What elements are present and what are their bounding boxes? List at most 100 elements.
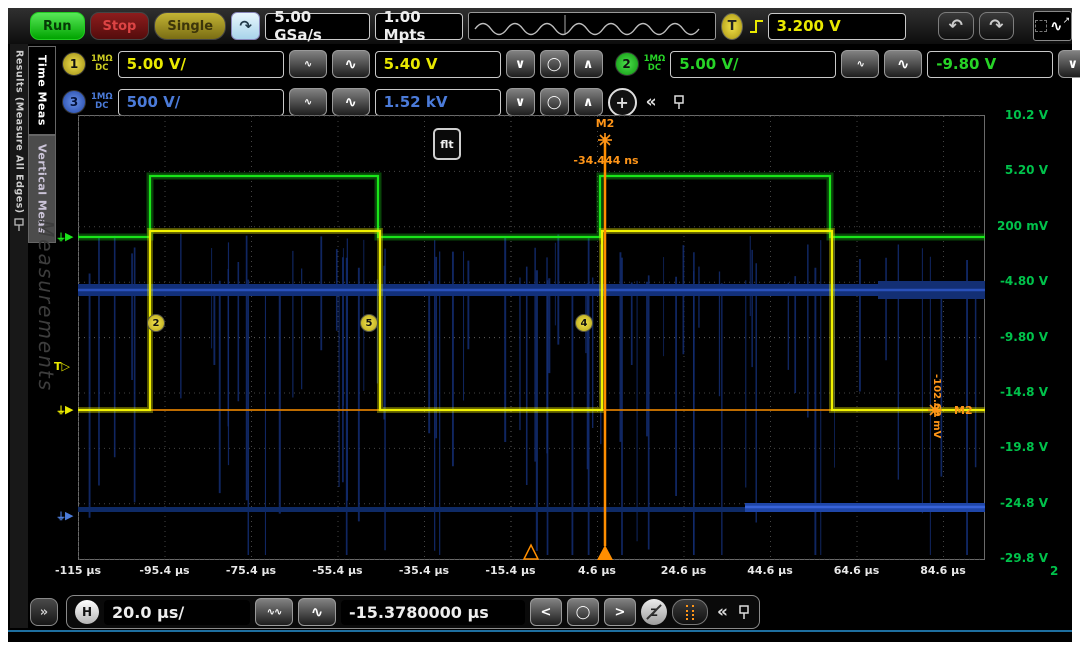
- circle-icon: ◯: [547, 57, 562, 72]
- circle-icon: ◯: [576, 605, 591, 620]
- pan-zoom-mode-button[interactable]: ∿ ↗: [1033, 11, 1072, 41]
- trigger-label: T: [54, 360, 62, 373]
- channel-1-scale-down-button[interactable]: ∿: [289, 50, 327, 78]
- coupling-label: DC: [648, 64, 661, 73]
- chevron-left-icon: <: [541, 605, 552, 620]
- redo-button[interactable]: ↷: [979, 12, 1015, 40]
- time-axis-label: -35.4 µs: [392, 564, 456, 577]
- bottom-bezel-strip: [8, 630, 1072, 642]
- ch3-ground-marker[interactable]: ⏚▶: [56, 508, 73, 523]
- screenshot-stage: Run Stop Single ↷ 5.00 GSa/s 1.00 Mpts T…: [0, 0, 1080, 645]
- zoom-mode-button[interactable]: z: [641, 599, 667, 625]
- pin-icon[interactable]: [737, 604, 751, 620]
- delay-right-button[interactable]: >: [604, 598, 636, 626]
- channel-3-scale-down-button[interactable]: ∿: [289, 88, 327, 116]
- small-wave-icon: ∿: [304, 97, 311, 108]
- delay-field[interactable]: -15.3780000 µs: [341, 600, 525, 625]
- chevron-right-icon: >: [615, 605, 626, 620]
- ch2-ground-marker[interactable]: ⏚▶: [56, 229, 73, 244]
- touch-gesture-button[interactable]: ↷: [231, 12, 260, 40]
- channel-1-impedance-badge[interactable]: 1MΩ DC: [91, 55, 113, 73]
- channel-2-scale-up-button[interactable]: ∿: [884, 50, 922, 78]
- edge-badge: 5: [360, 314, 378, 332]
- trigger-level-field[interactable]: 3.200 V: [768, 13, 906, 40]
- overlay-digit: 2: [1050, 564, 1058, 578]
- pin-icon[interactable]: [672, 94, 686, 110]
- add-channel-button[interactable]: +: [608, 88, 637, 117]
- time-axis-label: 4.6 µs: [565, 564, 629, 577]
- channel-3-scale-up-button[interactable]: ∿: [332, 88, 370, 116]
- channel-3-badge[interactable]: 3: [62, 90, 86, 114]
- navigate-button[interactable]: [672, 599, 708, 625]
- trigger-source-badge[interactable]: T: [721, 13, 743, 40]
- trigger-level-marker[interactable]: T▷: [54, 360, 70, 373]
- channel-1-offset-down-button[interactable]: ∨: [506, 50, 535, 78]
- channel-2-badge[interactable]: 2: [615, 52, 639, 76]
- channel-2-offset-down-button[interactable]: ∨: [1058, 50, 1080, 78]
- arrow-icon: ↗: [1063, 16, 1071, 26]
- m2-top-value: -34.444 ns: [556, 154, 656, 167]
- large-wave-icon: ∿: [344, 93, 357, 111]
- circle-icon: ◯: [547, 95, 562, 110]
- compressed-wave-icon: ∿∿: [267, 607, 282, 618]
- large-wave-icon: ∿: [344, 55, 357, 73]
- ch3-noise-band-low: [78, 507, 745, 512]
- collapse-toolbar-button[interactable]: «: [713, 602, 732, 622]
- single-button[interactable]: Single: [154, 12, 226, 40]
- run-button[interactable]: Run: [30, 12, 85, 40]
- channel-bar-row-1: 1 1MΩ DC 5.00 V/ ∿ ∿ 5.40 V ∨ ◯ ∧ 2 1MΩ …: [62, 46, 1080, 82]
- delay-zero-button[interactable]: ◯: [567, 598, 599, 626]
- horizontal-badge[interactable]: H: [75, 600, 99, 624]
- edge-badge: 4: [575, 314, 593, 332]
- channel-2-impedance-badge[interactable]: 1MΩ DC: [644, 55, 666, 73]
- pin-icon[interactable]: [13, 218, 25, 232]
- channel-1-scale-field[interactable]: 5.00 V/: [118, 51, 284, 78]
- channel-1-offset-up-button[interactable]: ∧: [574, 50, 603, 78]
- channel-3-scale-field[interactable]: 500 V/: [118, 89, 284, 116]
- bottom-toolbar: » H 20.0 µs/ ∿∿ ∿ -15.3780000 µs < ◯ > z…: [30, 594, 760, 630]
- time-axis-label: -95.4 µs: [133, 564, 197, 577]
- channel-1-offset-field[interactable]: 5.40 V: [375, 51, 501, 78]
- oscilloscope-screen: Run Stop Single ↷ 5.00 GSa/s 1.00 Mpts T…: [8, 8, 1072, 630]
- channel-2-scale-field[interactable]: 5.00 V/: [670, 51, 836, 78]
- acquisition-preview[interactable]: [468, 12, 716, 40]
- channel-1-scale-up-button[interactable]: ∿: [332, 50, 370, 78]
- channel-1-badge[interactable]: 1: [62, 52, 86, 76]
- collapse-channel-bar-button[interactable]: «: [642, 92, 661, 112]
- voltage-axis-label: -29.8 V: [986, 551, 1048, 565]
- results-strip[interactable]: Results (Measure All Edges): [10, 44, 28, 628]
- timebase-zoom-in-button[interactable]: ∿∿: [255, 598, 293, 626]
- channel-2-scale-down-button[interactable]: ∿: [841, 50, 879, 78]
- coupling-label: DC: [95, 102, 108, 111]
- chevron-down-icon: ∨: [515, 57, 526, 72]
- channel-3-offset-zero-button[interactable]: ◯: [540, 88, 569, 116]
- preview-waveform-icon: [469, 13, 715, 37]
- channel-3-offset-up-button[interactable]: ∧: [574, 88, 603, 116]
- timebase-field[interactable]: 20.0 µs/: [104, 600, 250, 625]
- stop-button[interactable]: Stop: [90, 12, 150, 40]
- large-wave-icon: ∿: [897, 55, 910, 73]
- channel-1-offset-zero-button[interactable]: ◯: [540, 50, 569, 78]
- ch1-ground-marker[interactable]: ⏚▶: [56, 402, 73, 417]
- channel-3-offset-field[interactable]: 1.52 kV: [375, 89, 501, 116]
- channel-2-offset-field[interactable]: -9.80 V: [927, 51, 1053, 78]
- coupling-label: DC: [95, 64, 108, 73]
- delay-left-button[interactable]: <: [530, 598, 562, 626]
- time-axis-label: -15.4 µs: [479, 564, 543, 577]
- timebase-zoom-out-button[interactable]: ∿: [298, 598, 336, 626]
- channel-3-impedance-badge[interactable]: 1MΩ DC: [91, 93, 113, 111]
- channel-3-offset-down-button[interactable]: ∨: [506, 88, 535, 116]
- tab-time-meas[interactable]: Time Meas: [28, 46, 56, 135]
- dotted-column-icon: [686, 605, 688, 620]
- time-axis-label: 24.6 µs: [652, 564, 716, 577]
- chevron-up-icon: ∧: [583, 57, 594, 72]
- undo-button[interactable]: ↶: [938, 12, 974, 40]
- horizontal-controls-group: H 20.0 µs/ ∿∿ ∿ -15.3780000 µs < ◯ > z «: [66, 595, 760, 629]
- wide-wave-icon: ∿: [311, 603, 324, 621]
- flt-badge[interactable]: flt: [433, 128, 461, 160]
- trigger-rising-edge-icon: [748, 16, 762, 36]
- arrow-right-icon: ▶: [65, 403, 73, 416]
- measurement-tabs: Time Meas Vertical Meas: [28, 46, 58, 243]
- time-axis-label: -75.4 µs: [219, 564, 283, 577]
- expand-panel-button[interactable]: »: [30, 598, 58, 626]
